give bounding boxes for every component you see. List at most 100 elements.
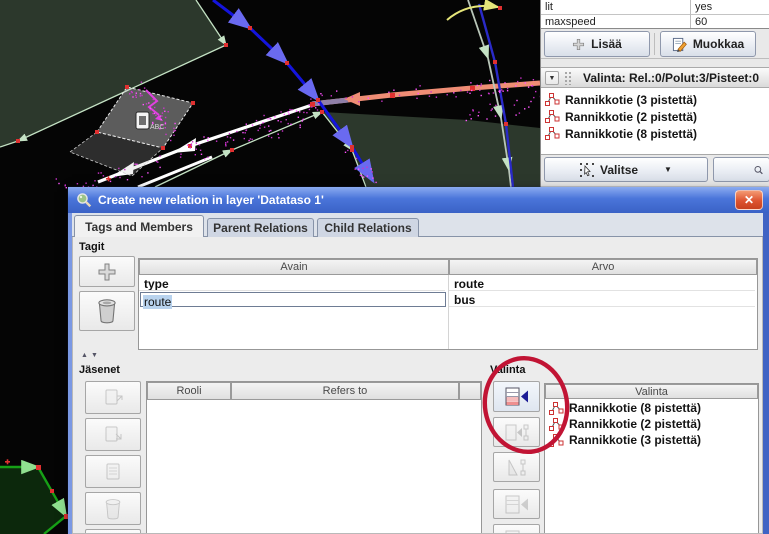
table-row[interactable]: Rannikkotie (8 pistettä) [545,400,758,416]
way-icon [549,418,564,431]
remove-member-button[interactable] [85,492,141,525]
dialog-titlebar[interactable]: Create new relation in layer 'Datataso 1… [68,187,769,213]
table-column-divider [448,275,449,349]
list-item-label: Rannikkotie (3 pistettä) [565,93,697,107]
members-role-header: Rooli [147,382,231,400]
chevron-down-icon: ▼ [664,165,672,174]
tag-value-cell[interactable]: bus [449,292,755,307]
triangle-node-icon [505,458,529,477]
tab-label: Child Relations [324,221,411,235]
delete-tag-row-button[interactable] [79,291,135,331]
properties-button-bar: Lisää Muokkaa [541,29,769,59]
table-row[interactable]: lit yes [541,0,769,15]
selection-panel-title: Valinta: Rel.:0/Polut:3/Pisteet:0 [583,71,759,85]
edit-member-button[interactable] [85,455,141,488]
property-value: yes [695,1,712,13]
tags-table: Avain Arvo type route route bus [138,258,758,350]
way-icon [549,434,564,447]
copy-down-icon [102,424,124,446]
tab-tags-and-members[interactable]: Tags and Members [74,215,204,237]
collapse-button[interactable]: ▼ [545,71,559,85]
magnifier-icon [754,163,763,177]
members-refers-header: Refers to [231,382,459,400]
list-item-label: Rannikkotie (2 pistettä) [565,110,697,124]
move-member-up-button[interactable] [85,381,141,414]
select-members-button[interactable] [493,452,540,482]
table-row[interactable]: maxspeed 60 [541,15,769,29]
right-dock-panel: lit yes maxspeed 60 Lisää Muokkaa ▼ Vali… [540,0,769,190]
dialog-body: Tags and Members Parent Relations Child … [72,213,763,534]
split-pane-divider[interactable]: ▲ ▼ [75,353,760,362]
way-icon [545,110,560,123]
add-all-selection-button[interactable] [493,489,540,519]
table-row[interactable]: Rannikkotie (3 pistettä) [545,432,758,448]
drag-handle[interactable] [564,71,573,85]
plus-icon [572,38,585,51]
tags-key-header: Avain [139,259,449,275]
tag-key-cell[interactable]: type [139,276,445,291]
tags-section-label: Tagit [79,241,104,253]
members-section-label: Jäsenet [79,364,120,376]
selection-row-label: Rannikkotie (2 pistettä) [569,417,701,431]
selection-list: Rannikkotie (3 pistettä) Rannikkotie (2 … [541,88,769,154]
add-tag-row-button[interactable] [79,256,135,287]
tab-label: Tags and Members [85,220,193,234]
toolbar-separator [654,33,655,55]
plus-icon [97,262,117,282]
list-item-label: Rannikkotie (8 pistettä) [565,127,697,141]
property-value: 60 [695,16,707,28]
close-icon: ✕ [744,193,754,207]
tab-label: Parent Relations [213,221,308,235]
copy-up-icon [102,387,124,409]
select-button[interactable]: Valitse ▼ [544,157,708,182]
selection-column-header: Valinta [545,384,758,399]
table-row[interactable]: Rannikkotie (2 pistettä) [545,416,758,432]
add-tag-button[interactable]: Lisää [544,31,650,57]
list-item[interactable]: Rannikkotie (2 pistettä) [541,108,769,125]
tab-child-relations[interactable]: Child Relations [317,218,419,237]
selection-row-label: Rannikkotie (8 pistettä) [569,401,701,415]
add-selected-list-icon [505,495,529,514]
close-button[interactable]: ✕ [735,190,763,210]
property-key: maxspeed [545,16,596,28]
dialog-selection-table: Valinta Rannikkotie (8 pistettä) Rannikk… [544,383,759,534]
add-tag-label: Lisää [591,37,622,51]
add-selection-to-members-button[interactable] [493,381,540,412]
selection-row-label: Rannikkotie (3 pistettä) [569,433,701,447]
split-collapse-down[interactable]: ▼ [91,352,98,359]
column-divider [690,0,691,15]
relation-dialog-icon [76,192,92,208]
list-item[interactable]: Rannikkotie (8 pistettä) [541,125,769,142]
edit-tag-label: Muokkaa [693,37,744,51]
select-button-label: Valitse [600,163,638,177]
tag-key-editor[interactable]: route [140,292,446,307]
document-icon [102,461,124,483]
tag-key-editor-text: route [143,295,172,309]
trash-icon [103,498,123,520]
add-selected-node-icon [505,423,529,442]
add-selected-list-icon [505,387,529,406]
split-collapse-up[interactable]: ▲ [81,352,88,359]
edit-pencil-icon [672,37,687,52]
sort-members-button[interactable] [85,529,141,534]
members-extra-header [459,382,481,400]
list-item[interactable]: Rannikkotie (3 pistettä) [541,91,769,108]
way-icon [545,93,560,106]
add-selection-below-button[interactable] [493,417,540,447]
add-selection-extra-button[interactable] [493,524,540,534]
tags-value-header: Arvo [449,259,757,275]
selection-panel-header: ▼ Valinta: Rel.:0/Polut:3/Pisteet:0 [541,67,769,88]
tab-parent-relations[interactable]: Parent Relations [207,218,314,237]
dialog-selection-label: Valinta [490,364,525,376]
search-button-partial[interactable] [713,157,769,182]
move-member-down-button[interactable] [85,418,141,451]
properties-table: lit yes maxspeed 60 [541,0,769,29]
column-divider [690,15,691,29]
dialog-title-text: Create new relation in layer 'Datataso 1… [98,193,324,207]
edit-tag-button[interactable]: Muokkaa [660,31,756,57]
way-icon [545,127,560,140]
tag-value-cell[interactable]: route [449,276,755,291]
way-icon [549,402,564,415]
tab-content: Tagit Avain Arvo type route route bus ▲ [72,237,763,534]
trash-icon [96,298,118,324]
